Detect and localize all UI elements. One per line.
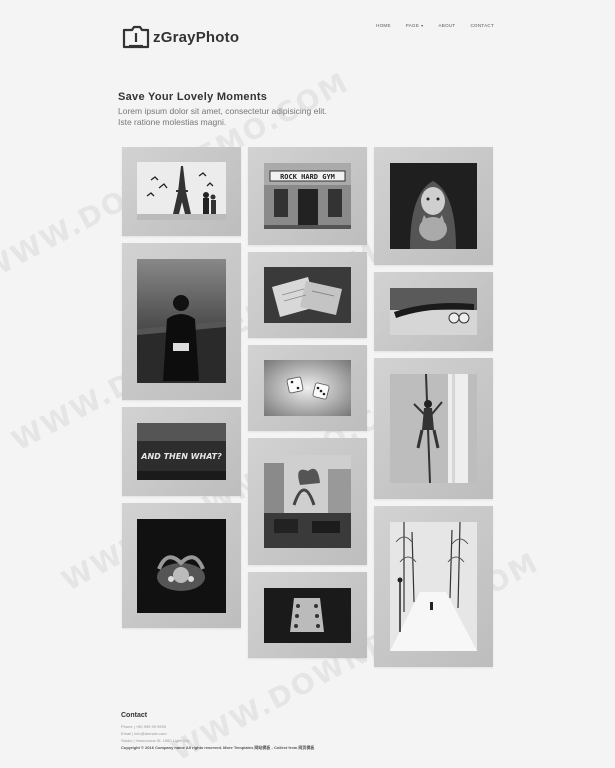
papers-on-desk-photo bbox=[264, 267, 351, 323]
site-footer: Contact Phone | +80 999 99 9999 Email | … bbox=[121, 712, 501, 751]
gallery-card[interactable] bbox=[122, 243, 241, 400]
snowy-park-photo bbox=[390, 522, 477, 651]
graffiti-photo: AND THEN WHAT? bbox=[137, 423, 226, 480]
gallery-card[interactable] bbox=[248, 345, 367, 431]
footer-email[interactable]: Email | info@domain.com bbox=[121, 730, 501, 737]
guitar-photo bbox=[264, 588, 351, 643]
dice-photo bbox=[264, 360, 351, 416]
gallery-card[interactable] bbox=[248, 438, 367, 565]
footer-copyright: Copyright © 2016 Company name All rights… bbox=[121, 745, 315, 750]
gallery-card[interactable] bbox=[248, 252, 367, 338]
gallery-card[interactable]: ROCK HARD GYM bbox=[248, 147, 367, 245]
footer-studio: Studio | Yesnoroma St. 1060 Light City bbox=[121, 738, 190, 743]
gallery-card[interactable] bbox=[374, 358, 493, 499]
gallery-card[interactable] bbox=[122, 503, 241, 628]
gallery-card[interactable] bbox=[374, 147, 493, 265]
paris-street-photo bbox=[264, 455, 351, 548]
rock-hard-gym-photo: ROCK HARD GYM bbox=[264, 163, 351, 229]
photo-gallery: AND THEN WHAT? ROCK HARD GYM bbox=[0, 0, 615, 768]
hands-photo bbox=[137, 519, 226, 613]
eiffel-tower-photo bbox=[137, 162, 226, 220]
skateboard-photo bbox=[390, 288, 477, 335]
footer-phone: Phone | +80 999 99 9999 bbox=[121, 724, 166, 729]
girl-with-cat-photo bbox=[390, 163, 477, 249]
gym-sign-text: ROCK HARD GYM bbox=[280, 173, 335, 181]
man-on-pier-photo bbox=[137, 259, 226, 383]
pole-climber-photo bbox=[390, 374, 477, 483]
gallery-card[interactable] bbox=[248, 572, 367, 658]
gallery-card[interactable] bbox=[122, 147, 241, 236]
gallery-card[interactable] bbox=[374, 506, 493, 667]
gallery-card[interactable] bbox=[374, 272, 493, 351]
gallery-card[interactable]: AND THEN WHAT? bbox=[122, 407, 241, 496]
graffiti-text: AND THEN WHAT? bbox=[140, 452, 222, 461]
footer-heading: Contact bbox=[121, 712, 148, 719]
